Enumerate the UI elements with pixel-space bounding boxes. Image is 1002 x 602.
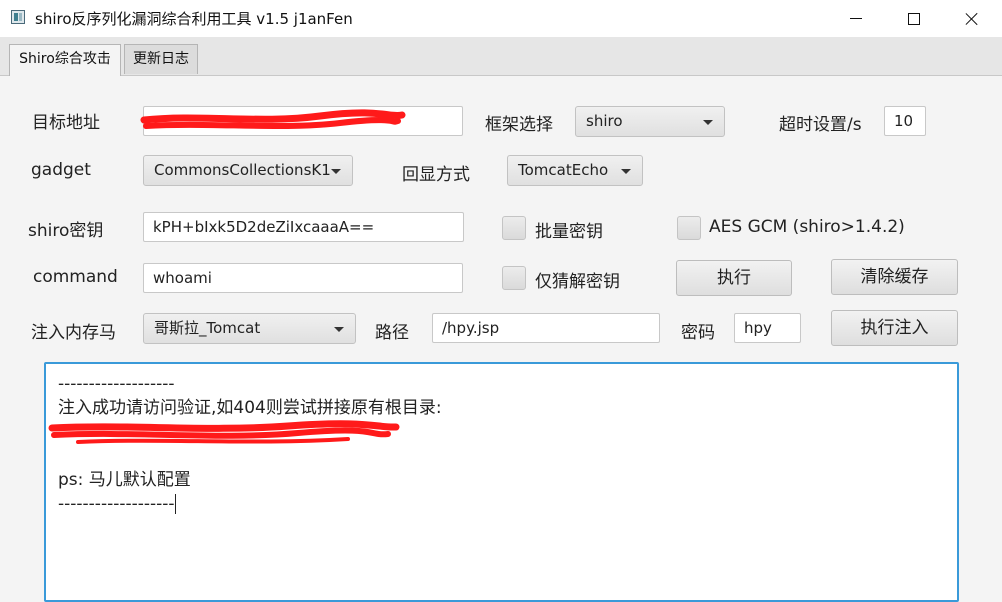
window-title: shiro反序列化漏洞综合利用工具 v1.5 j1anFen (35, 10, 353, 28)
app-icon (11, 10, 25, 24)
title-bar: shiro反序列化漏洞综合利用工具 v1.5 j1anFen (0, 0, 1002, 38)
output-textarea[interactable]: ------------------- 注入成功请访问验证,如404则尝试拼接原… (44, 362, 959, 602)
password-label: 密码 (681, 323, 715, 343)
memshell-selected: 哥斯拉_Tomcat (154, 319, 261, 337)
guess-key-label: 仅猜解密钥 (535, 272, 620, 292)
command-input[interactable]: whoami (143, 263, 463, 293)
shiro-key-input[interactable]: kPH+bIxk5D2deZiIxcaaaA== (143, 212, 464, 242)
guess-key-checkbox[interactable] (502, 266, 526, 290)
framework-label: 框架选择 (485, 115, 553, 135)
echo-selected: TomcatEcho (518, 161, 609, 179)
timeout-label: 超时设置/s (779, 115, 862, 135)
maximize-button[interactable] (886, 0, 942, 37)
output-line: 注入成功请访问验证,如404则尝试拼接原有根目录: (58, 398, 442, 418)
minimize-icon (850, 18, 862, 19)
path-input[interactable]: /hpy.jsp (432, 313, 660, 343)
output-line: ------------------- (58, 374, 175, 394)
command-label: command (33, 267, 118, 287)
path-label: 路径 (375, 323, 409, 343)
batch-key-label: 批量密钥 (535, 222, 603, 242)
target-label: 目标地址 (32, 113, 100, 133)
text-caret (174, 494, 176, 514)
chevron-down-icon (621, 169, 631, 174)
tab-strip: Shiro综合攻击 更新日志 (0, 37, 1002, 76)
execute-button[interactable]: 执行 (676, 260, 792, 296)
tab-changelog[interactable]: 更新日志 (124, 44, 198, 74)
gadget-selected: CommonsCollectionsK1 (154, 161, 331, 179)
output-line-text: ------------------- (58, 494, 175, 514)
tab-shiro-attack[interactable]: Shiro综合攻击 (9, 44, 121, 76)
chevron-down-icon (331, 169, 341, 174)
echo-select[interactable]: TomcatEcho (507, 155, 643, 186)
clear-cache-button[interactable]: 清除缓存 (831, 259, 958, 295)
password-input[interactable]: hpy (734, 313, 801, 343)
minimize-button[interactable] (828, 0, 884, 37)
close-button[interactable] (944, 0, 1000, 37)
close-icon (965, 12, 979, 26)
maximize-icon (908, 12, 920, 25)
memshell-select[interactable]: 哥斯拉_Tomcat (143, 313, 356, 344)
echo-label: 回显方式 (402, 165, 470, 185)
batch-key-checkbox[interactable] (502, 216, 526, 240)
gadget-label: gadget (31, 160, 91, 180)
output-line: ps: 马儿默认配置 (58, 470, 191, 490)
chevron-down-icon (334, 327, 344, 332)
memshell-label: 注入内存马 (31, 323, 116, 343)
aes-gcm-checkbox[interactable] (677, 216, 701, 240)
key-label: shiro密钥 (28, 221, 104, 241)
target-url-input[interactable] (143, 106, 463, 136)
chevron-down-icon (703, 120, 713, 125)
aes-gcm-label: AES GCM (shiro>1.4.2) (709, 217, 905, 237)
gadget-select[interactable]: CommonsCollectionsK1 (143, 155, 353, 186)
framework-selected: shiro (586, 112, 623, 130)
timeout-input[interactable]: 10 (884, 106, 926, 136)
inject-button[interactable]: 执行注入 (831, 310, 958, 346)
framework-select[interactable]: shiro (575, 106, 725, 137)
output-line: ------------------- (58, 492, 957, 516)
